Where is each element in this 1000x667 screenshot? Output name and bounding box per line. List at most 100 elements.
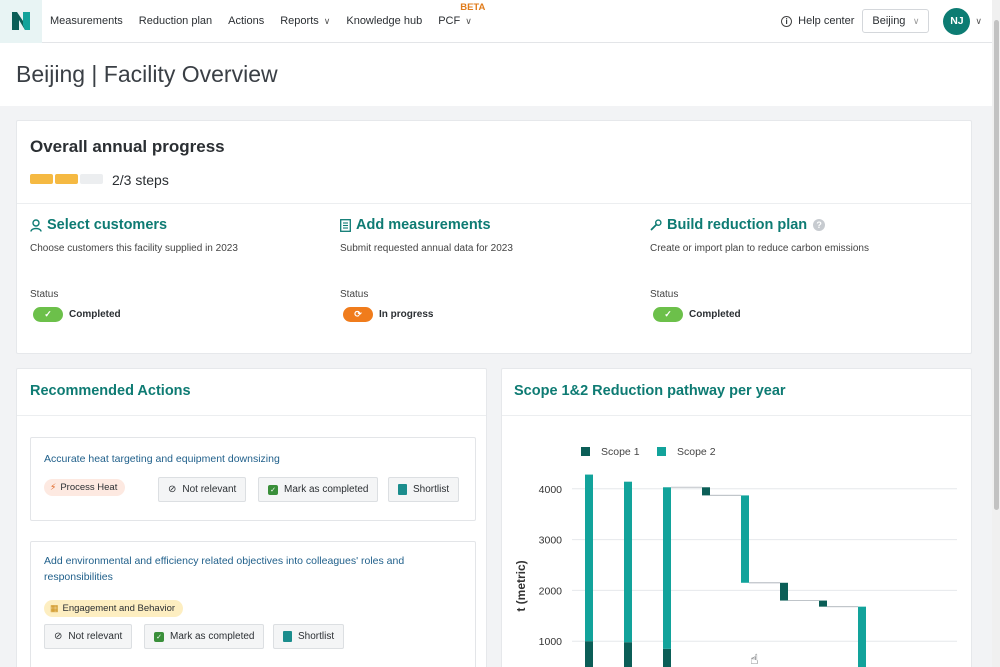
status-label: Status <box>650 289 679 300</box>
status-badge: ⟳ In progress <box>343 307 433 322</box>
waterfall-bar <box>780 582 788 601</box>
progress-steps-text: 2/3 steps <box>112 172 169 188</box>
status-badge: ✓ Completed <box>33 307 121 322</box>
logo-icon <box>12 12 30 30</box>
status-badge: ✓ Completed <box>653 307 741 322</box>
page-header: Beijing | Facility Overview <box>0 43 992 106</box>
tag-label: Engagement and Behavior <box>62 603 176 614</box>
bar-scope-2 <box>585 474 593 642</box>
page-scrollbar[interactable] <box>992 0 1000 667</box>
progress-title: Overall annual progress <box>30 137 225 156</box>
step-title-link[interactable]: Add measurements <box>340 217 640 233</box>
category-tag: ▦ Engagement and Behavior <box>44 600 184 617</box>
not-relevant-button[interactable]: ⊘ Not relevant <box>44 624 133 649</box>
nav-menu: Measurements Reduction plan Actions Reports… <box>50 0 488 42</box>
nav-item-label: PCF <box>438 15 461 27</box>
button-label: Mark as completed <box>170 631 255 642</box>
check-icon: ✓ <box>653 307 683 322</box>
legend-swatch-scope-1 <box>581 447 590 456</box>
question-icon[interactable]: ? <box>813 219 826 231</box>
annual-progress-card: Overall annual progress 2/3 steps Select… <box>16 120 972 354</box>
bar-scope-1 <box>663 648 671 667</box>
mark-as-completed-button[interactable]: ✓ Mark as completed <box>258 477 379 502</box>
people-icon: ▦ <box>50 603 59 613</box>
divider <box>17 203 971 204</box>
nav-item-knowledge-hub[interactable]: Knowledge hub <box>346 15 422 27</box>
progress-segment <box>30 174 53 184</box>
nav-right: i Help center Beijing ∨ NJ ∨ <box>781 0 992 42</box>
button-label: Not relevant <box>68 631 123 642</box>
chevron-down-icon[interactable]: ∨ <box>975 16 982 27</box>
progress-segment <box>55 174 78 184</box>
y-tick-label: 3000 <box>539 535 563 547</box>
legend-swatch-scope-2 <box>657 447 666 456</box>
step-title-label: Build reduction plan <box>667 217 808 233</box>
page-title: Beijing | Facility Overview <box>16 61 278 87</box>
nav-item-label: Actions <box>228 15 265 27</box>
reduction-pathway-card: Scope 1&2 Reduction pathway per year Sco… <box>501 368 972 667</box>
step-add-measurements: Add measurements Submit requested annual… <box>340 217 640 322</box>
facility-select-value: Beijing <box>872 15 906 27</box>
status-text: Completed <box>689 309 741 320</box>
waterfall-bar <box>858 606 866 667</box>
waterfall-bar <box>702 487 710 496</box>
bar-scope-2 <box>624 481 632 643</box>
legend-label-scope-1: Scope 1 <box>601 446 640 458</box>
button-label: Not relevant <box>182 484 237 495</box>
status-label: Status <box>340 289 369 300</box>
check-icon: ✓ <box>33 307 63 322</box>
button-label: Mark as completed <box>284 484 369 495</box>
step-title-label: Select customers <box>47 217 168 233</box>
scrollbar-thumb[interactable] <box>994 20 999 510</box>
y-axis-label: t (metric) <box>514 560 528 611</box>
nav-item-pcf[interactable]: PCF ∨ BETA <box>438 2 485 27</box>
bar-scope-1 <box>585 641 593 667</box>
y-tick-label: 4000 <box>539 484 563 496</box>
nav-item-measurements[interactable]: Measurements <box>50 15 123 27</box>
app-logo[interactable] <box>0 0 42 43</box>
user-icon <box>30 218 42 232</box>
nav-item-actions[interactable]: Actions <box>228 15 264 27</box>
nav-item-reports[interactable]: Reports ∨ <box>280 15 330 27</box>
nav-item-label: Knowledge hub <box>346 15 423 27</box>
beta-badge: BETA <box>460 2 486 13</box>
step-description: Create or import plan to reduce carbon e… <box>650 243 869 254</box>
progress-segment <box>80 174 103 184</box>
shortlist-button[interactable]: Shortlist <box>388 477 460 502</box>
button-label: Shortlist <box>298 631 335 642</box>
section-title: Scope 1&2 Reduction pathway per year <box>514 383 786 399</box>
lightning-icon: ⚡︎ <box>50 482 57 492</box>
bookmark-icon <box>398 484 407 495</box>
not-relevant-button[interactable]: ⊘ Not relevant <box>158 477 247 502</box>
avatar[interactable]: NJ <box>943 7 971 35</box>
eye-off-icon: ⊘ <box>168 484 177 495</box>
bar-scope-1 <box>624 642 632 667</box>
recommended-actions-card: Recommended Actions Accurate heat target… <box>16 368 487 667</box>
action-title-link[interactable]: Add environmental and efficiency related… <box>44 553 444 585</box>
step-title-link[interactable]: Build reduction plan ? <box>650 217 950 233</box>
step-description: Submit requested annual data for 2023 <box>340 243 513 254</box>
nav-item-reduction-plan[interactable]: Reduction plan <box>139 15 212 27</box>
shortlist-button[interactable]: Shortlist <box>273 624 345 649</box>
step-select-customers: Select customers Choose customers this f… <box>30 217 330 322</box>
bookmark-icon <box>283 631 292 642</box>
status-text: Completed <box>69 309 121 320</box>
chevron-down-icon: ∨ <box>323 15 331 26</box>
button-label: Shortlist <box>413 484 450 495</box>
refresh-icon: ⟳ <box>343 307 373 322</box>
chevron-down-icon: ∨ <box>465 15 472 26</box>
step-title-link[interactable]: Select customers <box>30 217 330 233</box>
chevron-down-icon: ∨ <box>912 15 920 26</box>
nav-item-label: Reports <box>280 15 319 27</box>
help-center-link[interactable]: i Help center <box>781 15 854 27</box>
action-item: Add environmental and efficiency related… <box>30 541 476 667</box>
step-title-label: Add measurements <box>356 217 491 233</box>
hand-cursor-icon: ☝︎ <box>750 651 759 667</box>
mark-as-completed-button[interactable]: ✓ Mark as completed <box>144 624 265 649</box>
category-tag: ⚡︎ Process Heat <box>44 479 126 496</box>
bar-scope-2 <box>663 487 671 649</box>
facility-select[interactable]: Beijing ∨ <box>862 9 930 33</box>
legend-label-scope-2: Scope 2 <box>677 446 716 458</box>
progress-bar <box>30 174 103 184</box>
action-title-link[interactable]: Accurate heat targeting and equipment do… <box>44 451 444 467</box>
